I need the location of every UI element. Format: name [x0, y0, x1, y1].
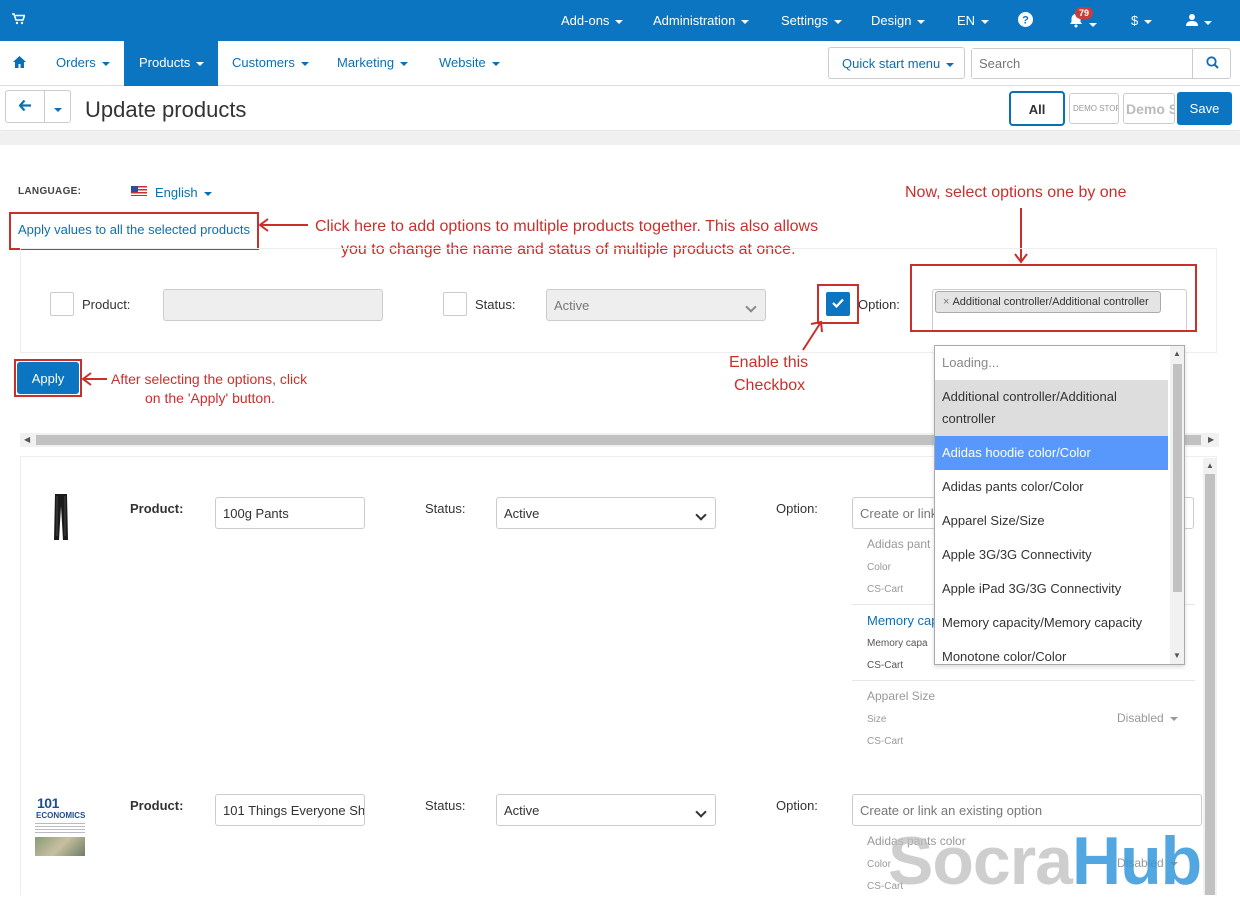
- vertical-scrollbar[interactable]: [1203, 458, 1217, 895]
- bulk-product-input[interactable]: [163, 289, 383, 321]
- product-1-option-3-type: Size: [867, 714, 887, 725]
- menu-addons[interactable]: Add-ons: [561, 13, 624, 28]
- product-1-option-3-vendor: CS-Cart: [867, 736, 904, 747]
- product-2-label: Product:: [130, 798, 184, 813]
- product-1-option-1-vendor: CS-Cart: [867, 584, 904, 595]
- user-icon[interactable]: [1186, 13, 1212, 29]
- menu-currency[interactable]: $: [1131, 13, 1153, 28]
- arrow-to-apply-button: [81, 372, 107, 386]
- product-1-option-3-name: Apparel Size: [867, 689, 936, 703]
- search-icon[interactable]: [1192, 49, 1231, 78]
- page-title: Update products: [85, 97, 247, 122]
- title-bar: Update products All DEMO STORE Demo Stor…: [0, 86, 1240, 131]
- bulk-status-select[interactable]: Active: [546, 289, 766, 321]
- dropdown-item-memory-capacity[interactable]: Memory capacity/Memory capacity: [935, 612, 1168, 634]
- dropdown-item-apple-3g[interactable]: Apple 3G/3G Connectivity: [935, 544, 1168, 566]
- dropdown-item-apple-ipad-3g[interactable]: Apple iPad 3G/3G Connectivity: [935, 578, 1168, 600]
- annotation-after-1: After selecting the options, click: [111, 371, 308, 387]
- product-image-pants: [54, 494, 68, 540]
- bulk-product-label: Product:: [82, 297, 131, 312]
- menu-administration[interactable]: Administration: [653, 13, 750, 28]
- product-1-option-label: Option:: [776, 501, 818, 516]
- product-2-status-select[interactable]: Active: [496, 794, 716, 826]
- dropdown-scroll-up-icon[interactable]: ▲: [1173, 349, 1181, 358]
- dropdown-loading: Loading...: [942, 355, 1000, 370]
- menu-language[interactable]: EN: [957, 13, 990, 28]
- main-nav: Orders Products Customers Marketing Webs…: [0, 41, 1240, 86]
- storefront-demo-store[interactable]: Demo Store: [1123, 93, 1175, 124]
- product-1-option-3-state[interactable]: Disabled: [1117, 711, 1178, 725]
- product-2-option-label: Option:: [776, 798, 818, 813]
- dropdown-scrollbar[interactable]: [1170, 346, 1184, 664]
- dropdown-item-adidas-pants[interactable]: Adidas pants color/Color: [935, 476, 1168, 498]
- dropdown-item-adidas-hoodie[interactable]: Adidas hoodie color/Color: [935, 436, 1168, 470]
- divider: [852, 680, 1195, 681]
- header-divider: [0, 132, 1240, 145]
- apply-values-link[interactable]: Apply values to all the selected product…: [18, 222, 250, 237]
- bulk-option-checkbox[interactable]: [826, 292, 850, 316]
- apply-button[interactable]: Apply: [17, 362, 79, 394]
- dropdown-item-monotone-color[interactable]: Monotone color/Color: [935, 646, 1168, 664]
- selected-option-tag[interactable]: × Additional controller/Additional contro…: [935, 291, 1161, 313]
- product-1-status-label: Status:: [425, 501, 466, 516]
- nav-website[interactable]: Website: [439, 55, 500, 70]
- bulk-status-checkbox[interactable]: [443, 292, 467, 316]
- bulk-option-label: Option:: [858, 297, 900, 312]
- cart-icon[interactable]: [12, 12, 26, 28]
- dropdown-scroll-down-icon[interactable]: ▼: [1173, 651, 1181, 660]
- product-1-option-1-name: Adidas pant: [867, 537, 931, 551]
- save-button[interactable]: Save: [1177, 92, 1232, 125]
- socrahub-watermark: SocraHub: [888, 823, 1202, 899]
- search-input[interactable]: [972, 49, 1190, 78]
- home-icon[interactable]: [13, 56, 26, 71]
- annotation-enable-2: Checkbox: [734, 377, 806, 394]
- annotation-select-options: Now, select options one by one: [905, 184, 1127, 201]
- svg-text:?: ?: [1022, 15, 1029, 27]
- quick-start-menu-button[interactable]: Quick start menu: [828, 47, 965, 79]
- storefront-demo-store-small[interactable]: DEMO STORE: [1069, 93, 1119, 124]
- bulk-product-checkbox[interactable]: [50, 292, 74, 316]
- checkmark-icon: [832, 298, 844, 309]
- help-icon[interactable]: ?: [1018, 12, 1033, 30]
- product-1-option-2-name[interactable]: Memory cap: [867, 613, 939, 628]
- dropdown-item-apparel-size[interactable]: Apparel Size/Size: [935, 510, 1168, 532]
- arrow-to-apply-link: [258, 218, 308, 232]
- us-flag-icon: [131, 186, 147, 196]
- product-1-option-2-type: Memory capa: [867, 638, 928, 649]
- language-label: LANGUAGE:: [18, 186, 82, 197]
- product-2-name-input[interactable]: 101 Things Everyone Sh: [215, 794, 365, 826]
- annotation-click-here-1: Click here to add options to multiple pr…: [315, 218, 819, 235]
- arrow-left-icon: [18, 99, 31, 112]
- product-image-book: 101 ECONOMICS: [35, 795, 85, 856]
- menu-settings[interactable]: Settings: [781, 13, 842, 28]
- bulk-status-label: Status:: [475, 297, 516, 312]
- language-selector[interactable]: English: [155, 185, 212, 200]
- scroll-right-icon[interactable]: ▶: [1208, 435, 1214, 444]
- back-button[interactable]: [5, 90, 45, 123]
- product-1-status-select[interactable]: Active: [496, 497, 716, 529]
- nav-marketing[interactable]: Marketing: [337, 55, 409, 70]
- product-1-label: Product:: [130, 501, 184, 516]
- annotation-enable-1: Enable this: [729, 354, 809, 371]
- nav-customers[interactable]: Customers: [232, 55, 309, 70]
- back-dropdown-button[interactable]: [44, 90, 71, 123]
- nav-products[interactable]: Products: [124, 41, 218, 86]
- scroll-left-icon[interactable]: ◀: [24, 435, 30, 444]
- nav-orders[interactable]: Orders: [56, 55, 110, 70]
- search-box: [971, 48, 1231, 79]
- storefront-all-button[interactable]: All: [1009, 91, 1065, 126]
- annotation-after-2: on the 'Apply' button.: [145, 390, 275, 406]
- arrow-to-checkbox: [802, 320, 823, 351]
- product-1-option-1-type: Color: [867, 562, 891, 573]
- top-bar: Add-ons Administration Settings Design E…: [0, 0, 1240, 41]
- option-dropdown-list: Loading... Additional controller/Additio…: [934, 345, 1185, 665]
- notification-badge: 79: [1075, 7, 1094, 19]
- dropdown-item-additional-controller[interactable]: Additional controller/Additional controll…: [935, 380, 1168, 436]
- menu-design[interactable]: Design: [871, 13, 926, 28]
- product-1-option-2-vendor: CS-Cart: [867, 660, 904, 671]
- remove-tag-icon[interactable]: ×: [943, 296, 949, 308]
- product-1-name-input[interactable]: 100g Pants: [215, 497, 365, 529]
- product-2-status-label: Status:: [425, 798, 466, 813]
- scroll-up-icon[interactable]: ▲: [1206, 461, 1214, 470]
